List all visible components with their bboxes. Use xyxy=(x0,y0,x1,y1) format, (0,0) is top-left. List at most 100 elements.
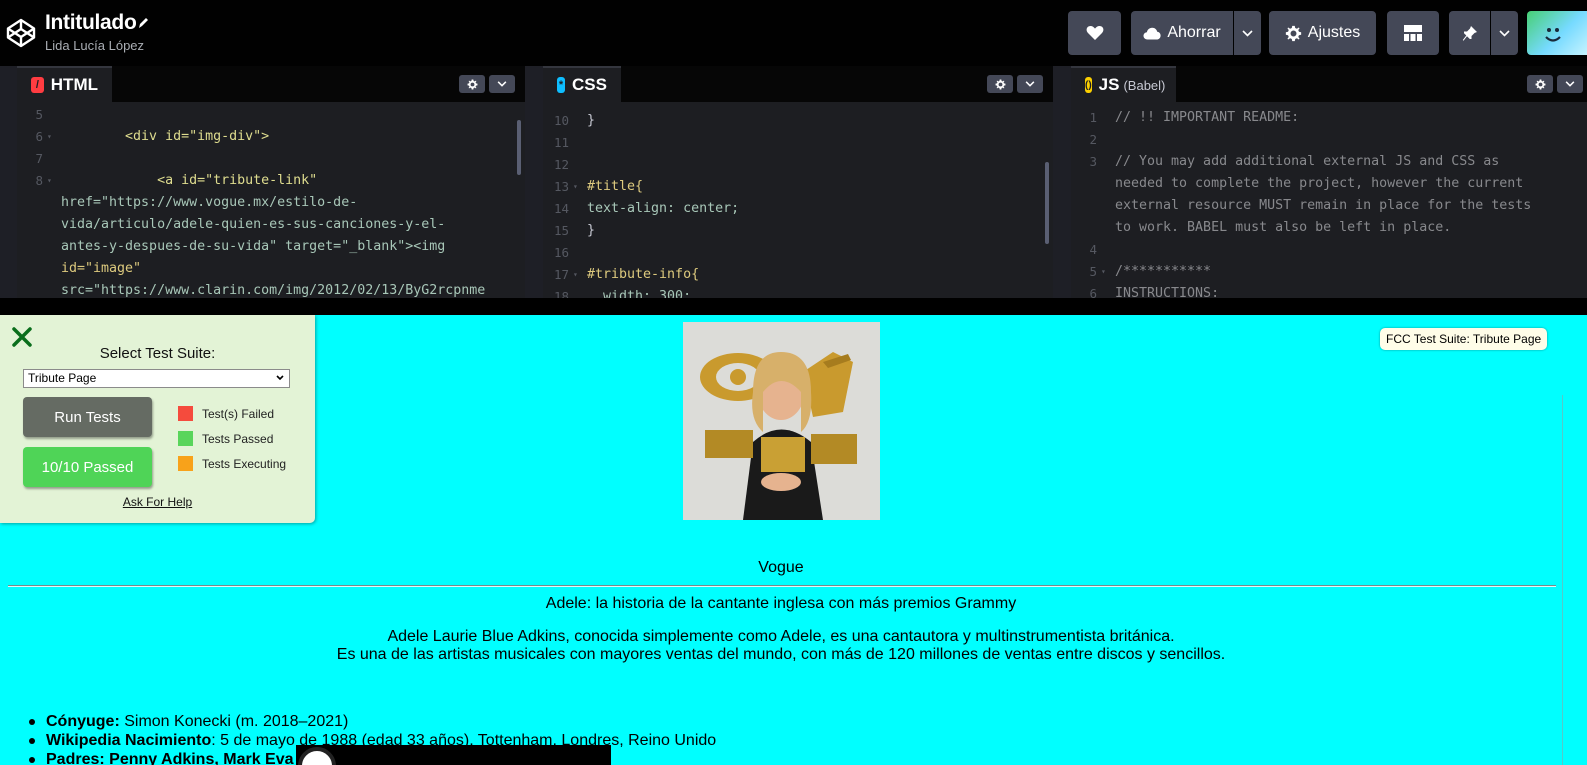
line-number: 8 xyxy=(17,173,51,188)
line-number: 15 xyxy=(553,223,569,238)
fact-label: Padres: Penny Adkins, Mark Eva xyxy=(46,751,294,765)
code-line: to work. BABEL must also be left in plac… xyxy=(1115,220,1452,235)
chevron-down-icon xyxy=(1565,81,1575,87)
run-tests-button[interactable]: Run Tests xyxy=(23,397,152,437)
love-button[interactable] xyxy=(1068,11,1121,55)
html-scrollbar[interactable] xyxy=(517,120,521,175)
css-badge-icon: * xyxy=(557,77,566,93)
tab-html-label: HTML xyxy=(50,75,98,94)
user-avatar[interactable] xyxy=(1527,11,1587,55)
line-number: 13 xyxy=(543,179,578,194)
pin-button[interactable] xyxy=(1449,11,1490,55)
save-options-dropdown[interactable] xyxy=(1234,11,1261,55)
author-name[interactable]: Lida Lucía López xyxy=(45,38,144,53)
html-settings-button[interactable] xyxy=(459,75,485,93)
line-number: 18 xyxy=(553,289,569,298)
test-suite-select[interactable]: Tribute Page xyxy=(23,369,290,388)
chevron-down-icon xyxy=(1499,29,1510,37)
code-line: #tribute-info{ xyxy=(587,267,700,282)
html-code-area[interactable]: 5 6 7 8 <div id="img-div"> <a id="tribut… xyxy=(17,102,525,298)
code-line: vida/articulo/adele-quien-es-sus-cancion… xyxy=(61,217,446,232)
preview-resize-handle[interactable] xyxy=(0,298,1587,315)
code-line: // You may add additional external JS an… xyxy=(1115,154,1500,169)
tab-css[interactable]: * CSS xyxy=(543,66,621,102)
html-pane-header: / HTML xyxy=(17,66,525,102)
fact-label: Cónyuge: xyxy=(46,713,120,730)
tab-js-label: JS xyxy=(1098,75,1120,94)
tribute-image[interactable] xyxy=(683,322,880,520)
pen-title[interactable]: Intitulado xyxy=(45,11,137,35)
pin-options-dropdown[interactable] xyxy=(1491,11,1518,55)
save-button[interactable]: Ahorrar xyxy=(1131,11,1233,55)
fact-value: Simon Konecki (m. 2018–2021) xyxy=(119,713,349,730)
video-overlay-bar[interactable] xyxy=(296,745,611,765)
avatar-face-icon xyxy=(1545,28,1561,42)
tribute-info: Adele Laurie Blue Adkins, conocida simpl… xyxy=(0,628,1562,664)
code-line: text-align: center; xyxy=(587,201,740,216)
line-number: 10 xyxy=(553,113,569,128)
edit-pencil-icon[interactable] xyxy=(137,16,149,30)
line-number: 1 xyxy=(1089,110,1097,125)
settings-label: Ajustes xyxy=(1307,24,1361,41)
legend-swatch xyxy=(178,431,193,446)
line-number: 5 xyxy=(35,107,43,122)
html-collapse-button[interactable] xyxy=(489,75,515,93)
gear-icon xyxy=(467,79,477,89)
legend-swatch xyxy=(178,406,193,421)
line-number: 16 xyxy=(553,245,569,260)
js-badge-icon: () xyxy=(1085,77,1092,93)
css-code-area[interactable]: 10 11 12 13 14 15 16 17 18 } #title{ tex… xyxy=(543,102,1053,298)
tribute-info-line: Es una de las artistas musicales con may… xyxy=(336,646,1226,663)
chevron-down-icon xyxy=(1242,29,1253,37)
preview-scrollbar[interactable] xyxy=(1562,395,1568,765)
fcc-test-panel: Select Test Suite: Tribute Page Run Test… xyxy=(0,315,315,523)
top-bar: Intitulado Lida Lucía López Ahorrar Ajus… xyxy=(0,0,1587,66)
legend-label: Tests Passed xyxy=(202,431,274,446)
legend-passed: Tests Passed xyxy=(178,431,273,446)
ask-for-help-link[interactable]: Ask For Help xyxy=(0,495,315,509)
tests-passed-button[interactable]: 10/10 Passed xyxy=(23,447,152,487)
css-collapse-button[interactable] xyxy=(1017,75,1043,93)
preview-frame: Vogue Adele: la historia de la cantante … xyxy=(0,315,1587,765)
css-settings-button[interactable] xyxy=(987,75,1013,93)
code-line: #title{ xyxy=(587,179,644,194)
line-number: 3 xyxy=(1089,154,1097,169)
selected-suite: Tribute Page xyxy=(28,371,97,385)
change-view-button[interactable] xyxy=(1387,11,1439,55)
js-settings-button[interactable] xyxy=(1527,75,1553,93)
js-editor-pane: () JS (Babel) 1 2 3 4 5 6 // !! IMPORTAN… xyxy=(1071,66,1587,298)
line-number: 4 xyxy=(1089,242,1097,257)
legend-executing: Tests Executing xyxy=(178,456,286,471)
code-line: } xyxy=(587,113,596,128)
line-number: 6 xyxy=(17,129,51,144)
fact-label: Wikipedia Nacimiento xyxy=(46,732,212,749)
tab-css-label: CSS xyxy=(572,75,607,94)
pin-icon xyxy=(1462,25,1477,41)
chevron-down-icon xyxy=(497,81,507,87)
css-editor-pane: * CSS 10 11 12 13 14 15 16 17 18 } #titl… xyxy=(543,66,1053,298)
editor-panes: / HTML 5 6 7 8 <div id="img-div"> <a id=… xyxy=(0,66,1587,298)
codepen-logo-icon[interactable] xyxy=(5,17,37,49)
settings-button[interactable]: Ajustes xyxy=(1269,11,1376,55)
line-number: 2 xyxy=(1089,132,1097,147)
chevron-down-icon xyxy=(1025,81,1035,87)
code-line: } xyxy=(587,223,596,238)
legend-label: Test(s) Failed xyxy=(202,406,275,421)
tab-js[interactable]: () JS (Babel) xyxy=(1071,66,1176,102)
code-line: id="image" xyxy=(61,261,142,276)
list-item: Cónyuge: Simon Konecki (m. 2018–2021) xyxy=(28,712,716,731)
gear-icon xyxy=(995,79,1005,89)
code-line: src="https://www.clarin.com/img/2012/02/… xyxy=(61,283,486,298)
gear-icon xyxy=(1535,79,1545,89)
js-code-area[interactable]: 1 2 3 4 5 6 // !! IMPORTANT README: // Y… xyxy=(1071,102,1587,298)
tab-html[interactable]: / HTML xyxy=(17,66,112,102)
code-line: width: 300; xyxy=(587,289,692,298)
line-number: 14 xyxy=(553,201,569,216)
js-collapse-button[interactable] xyxy=(1557,75,1583,93)
css-scrollbar[interactable] xyxy=(1045,162,1049,244)
fcc-suite-badge[interactable]: FCC Test Suite: Tribute Page xyxy=(1380,328,1548,350)
code-line: /*********** xyxy=(1115,264,1212,279)
code-line: needed to complete the project, however … xyxy=(1115,176,1524,191)
tab-js-sublabel: (Babel) xyxy=(1123,77,1166,93)
line-number: 5 xyxy=(1071,264,1105,279)
